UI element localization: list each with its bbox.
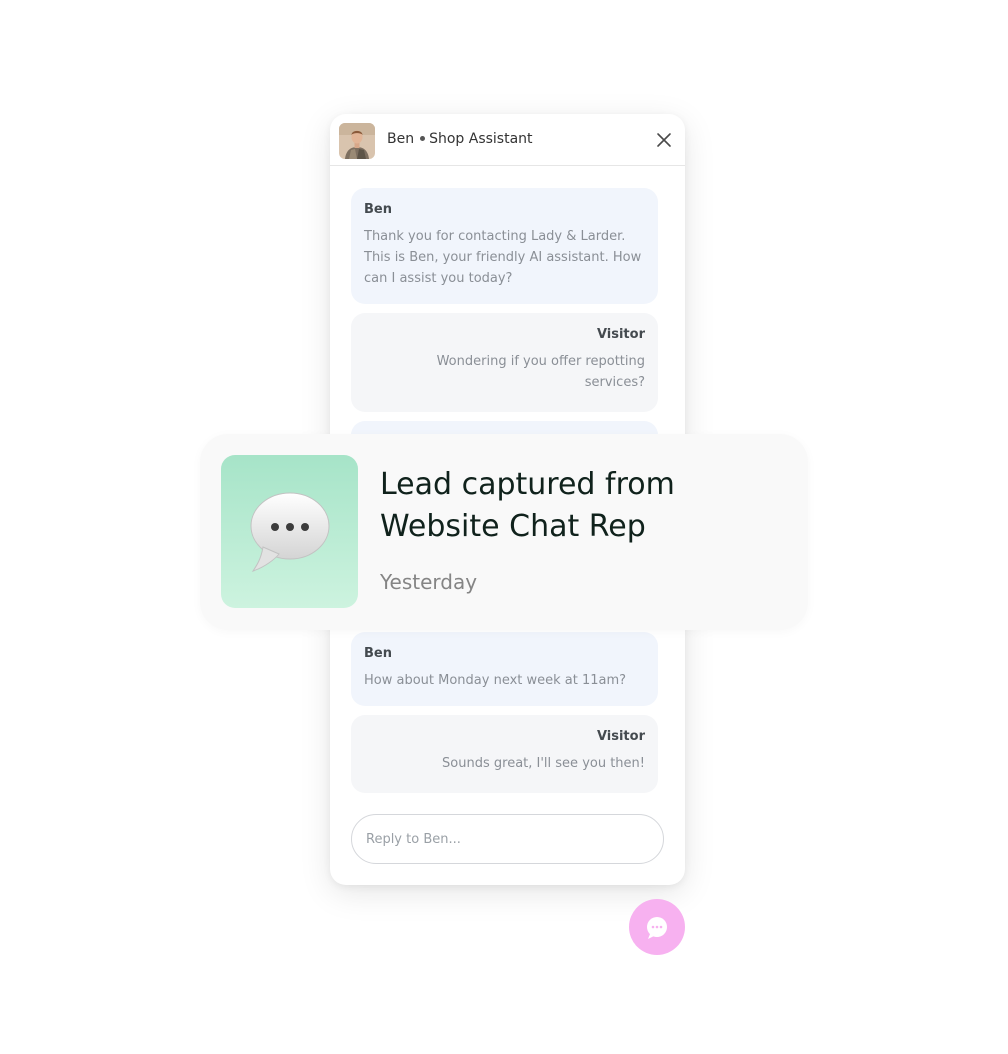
message-text: Thank you for contacting Lady & Larder. … [364, 229, 642, 286]
agent-role: Shop Assistant [429, 131, 533, 147]
message-sender: Visitor [596, 327, 645, 342]
lead-title: Lead captured from Website Chat Rep [380, 467, 675, 544]
message-bubble-agent: Ben Thank you for contacting Lady & Lard… [351, 188, 658, 304]
chat-header: Ben Shop Assistant [330, 114, 685, 166]
avatar [339, 123, 375, 159]
message-bubble-agent: Ben How about Monday next week at 11am? [351, 632, 658, 706]
message-sender: Ben [364, 646, 392, 661]
reply-input[interactable] [351, 814, 664, 864]
message-text: Wondering if you offer repotting service… [436, 354, 645, 390]
chat-header-title: Ben Shop Assistant [387, 131, 533, 147]
chat-launcher-button[interactable] [629, 899, 685, 955]
agent-name: Ben [387, 131, 415, 147]
lead-timestamp: Yesterday [380, 570, 478, 594]
message-sender: Ben [364, 202, 392, 217]
lead-icon-tile [221, 455, 358, 608]
message-bubble-visitor: Visitor Wondering if you offer repotting… [351, 313, 658, 412]
message-text: Sounds great, I'll see you then! [442, 756, 645, 771]
speech-bubble-icon [250, 492, 330, 572]
stage: Ben Shop Assistant Ben Thank you for cont… [0, 0, 1008, 1054]
close-icon [657, 133, 671, 147]
chat-bubble-icon [647, 917, 667, 939]
message-bubble-visitor: Visitor Sounds great, I'll see you then! [351, 715, 658, 793]
separator-dot [420, 135, 426, 141]
message-text: How about Monday next week at 11am? [364, 673, 627, 688]
message-sender: Visitor [596, 729, 645, 744]
close-button[interactable] [655, 131, 673, 149]
lead-notification-card: Lead captured from Website Chat Rep Yest… [200, 434, 808, 630]
